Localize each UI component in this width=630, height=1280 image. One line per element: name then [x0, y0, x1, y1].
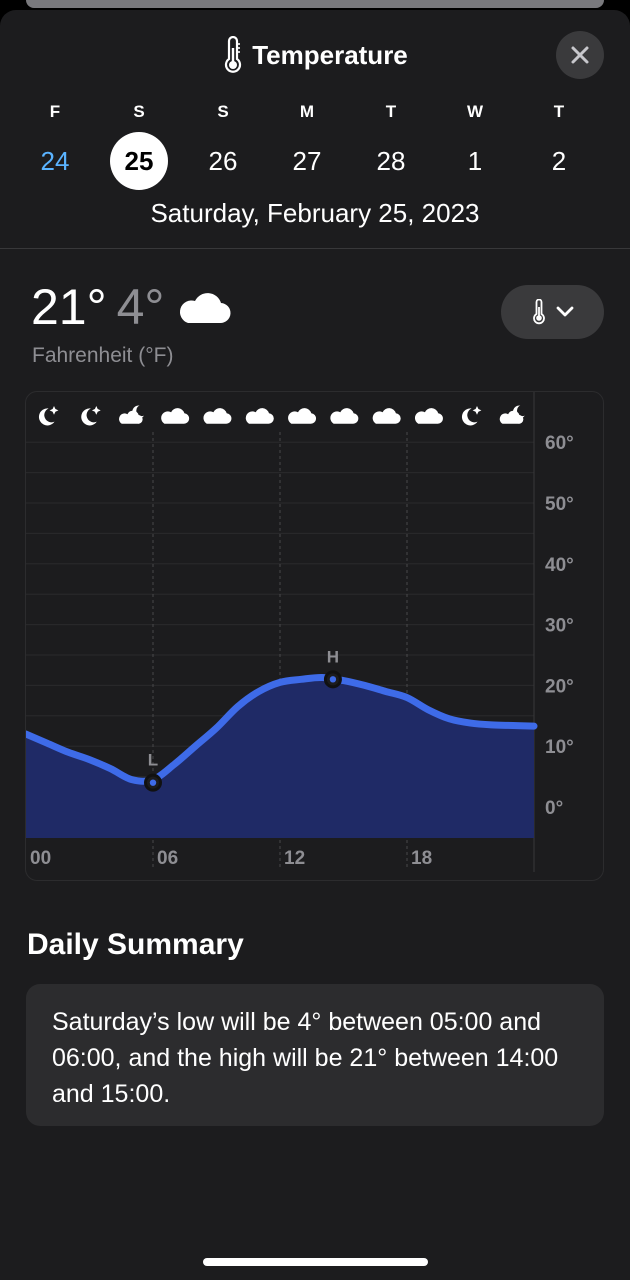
- high-temperature: 21°: [31, 279, 107, 335]
- cloud-icon: [288, 408, 317, 424]
- cloud-icon: [203, 408, 232, 424]
- unit-label: Fahrenheit (°F): [32, 344, 174, 367]
- chevron-down-icon: [556, 306, 573, 317]
- y-tick-label: 10°: [545, 737, 574, 758]
- day-picker: F 24 S 25 S 26 M 27 T 28 W 1 T 2: [13, 102, 601, 190]
- day-fri-24[interactable]: F 24: [13, 102, 97, 190]
- daily-summary-title: Daily Summary: [27, 928, 244, 961]
- daily-summary-card: Saturday’s low will be 4° between 05:00 …: [26, 984, 604, 1126]
- cloud-icon: [245, 408, 274, 424]
- day-of-week: S: [133, 102, 145, 121]
- temperature-area: [26, 677, 534, 838]
- temperature-chart-svg: L H 60° 50° 40° 30° 20° 10° 0° 00 06 12 18: [26, 392, 574, 872]
- cloud-icon: [372, 408, 401, 424]
- sheet-header: Temperature F 24 S 25 S 26 M 27 T 28 W 1…: [0, 10, 630, 250]
- background-sheet: [26, 0, 604, 8]
- day-wed-1[interactable]: W 1: [433, 102, 517, 190]
- low-temperature: 4°: [116, 279, 165, 335]
- x-tick-label: 00: [30, 848, 51, 869]
- day-of-week: T: [553, 102, 565, 121]
- thermometer-icon: [532, 299, 545, 325]
- day-sat-25[interactable]: S 25: [97, 102, 181, 190]
- cloud-icon: [180, 293, 231, 324]
- temperature-sheet: Temperature F 24 S 25 S 26 M 27 T 28 W 1…: [0, 10, 630, 1280]
- selected-date: Saturday, February 25, 2023: [150, 198, 480, 228]
- day-of-week: F: [49, 102, 61, 121]
- day-number: 24: [40, 146, 70, 176]
- sheet-title-text: Temperature: [252, 39, 408, 70]
- day-thu-2[interactable]: T 2: [517, 102, 601, 190]
- day-number: 26: [208, 146, 238, 176]
- x-tick-label: 12: [284, 848, 305, 869]
- day-number: 28: [376, 146, 406, 176]
- day-number: 1: [467, 146, 483, 176]
- star-icon: [91, 406, 101, 415]
- day-of-week: S: [217, 102, 229, 121]
- y-tick-label: 20°: [545, 676, 574, 697]
- day-sun-26[interactable]: S 26: [181, 102, 265, 190]
- y-tick-label: 40°: [545, 555, 574, 576]
- temperature-summary: 21° 4°: [31, 278, 232, 336]
- day-tue-28[interactable]: T 28: [349, 102, 433, 190]
- x-tick-label: 18: [411, 848, 432, 869]
- y-tick-label: 50°: [545, 494, 574, 515]
- y-tick-label: 0°: [545, 798, 563, 819]
- cloud-moon-icon: [499, 410, 524, 424]
- star-icon: [49, 406, 59, 415]
- day-of-week: T: [385, 102, 397, 121]
- y-tick-label: 60°: [545, 433, 574, 454]
- low-marker-dot: [149, 779, 157, 786]
- sheet-title: Temperature: [222, 36, 408, 74]
- cloud-icon: [414, 408, 443, 424]
- cloud-moon-icon: [119, 410, 143, 424]
- x-tick-label: 06: [157, 848, 178, 869]
- cloud-icon: [330, 408, 359, 424]
- low-label: L: [148, 751, 158, 770]
- title-wrap: Temperature: [0, 36, 630, 79]
- star-icon: [472, 406, 482, 415]
- day-of-week: W: [466, 102, 484, 121]
- home-indicator[interactable]: [203, 1258, 428, 1266]
- day-number-selected: 25: [110, 132, 168, 190]
- high-label: H: [327, 647, 339, 666]
- day-of-week: M: [299, 102, 315, 121]
- temperature-chart: L H 60° 50° 40° 30° 20° 10° 0° 00 06 12 18: [25, 391, 604, 881]
- day-mon-27[interactable]: M 27: [265, 102, 349, 190]
- header-divider: [0, 248, 630, 249]
- close-button[interactable]: [556, 31, 604, 79]
- y-tick-label: 30°: [545, 616, 574, 637]
- metric-picker-button[interactable]: [501, 285, 604, 339]
- day-number: 2: [551, 146, 567, 176]
- xmark-icon: [571, 46, 589, 64]
- day-number: 27: [292, 146, 322, 176]
- high-marker-dot: [329, 676, 337, 683]
- daily-summary-text: Saturday’s low will be 4° between 05:00 …: [52, 1008, 559, 1108]
- cloud-icon: [161, 408, 190, 424]
- thermometer-icon: [225, 36, 242, 73]
